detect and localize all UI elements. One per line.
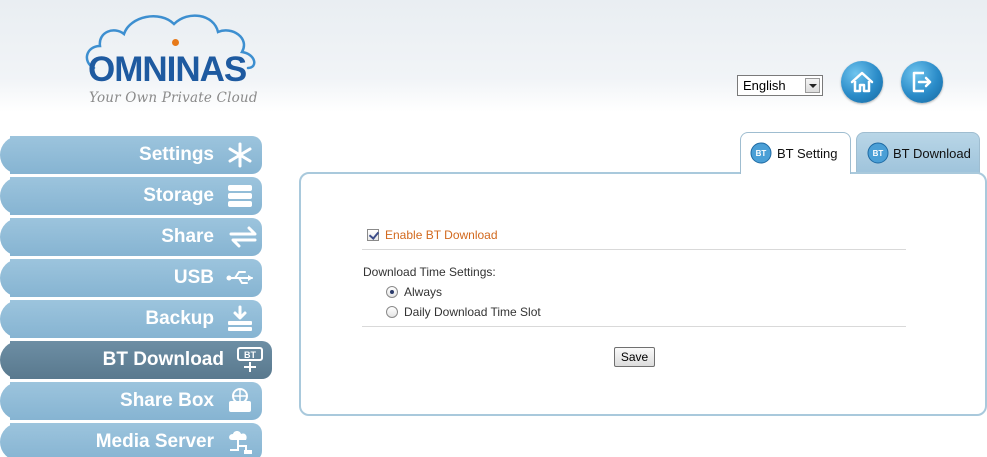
sidebar-item-settings[interactable]: Settings	[0, 136, 262, 174]
language-select[interactable]: English	[737, 75, 823, 96]
gear-snowflake-icon	[228, 142, 252, 168]
radio-daily-slot[interactable]: Daily Download Time Slot	[386, 305, 541, 319]
share-box-icon	[229, 388, 251, 412]
enable-bt-row[interactable]: Enable BT Download	[367, 228, 498, 242]
usb-icon	[226, 271, 253, 284]
tab-bt-setting[interactable]: BT BT Setting	[740, 132, 851, 174]
backup-download-icon	[228, 305, 252, 331]
radio-always[interactable]: Always	[386, 285, 442, 299]
sidebar-item-label: Media Server	[95, 431, 214, 452]
enable-bt-checkbox[interactable]	[367, 229, 379, 241]
home-button[interactable]	[841, 61, 883, 103]
svg-text:BT: BT	[756, 149, 767, 158]
radio-label: Daily Download Time Slot	[404, 305, 541, 319]
svg-text:BT: BT	[873, 149, 884, 158]
brand-name: OMNINAS	[88, 50, 247, 89]
sidebar-item-backup[interactable]: Backup	[0, 300, 262, 338]
svg-text:BT: BT	[244, 350, 256, 360]
bt-download-icon: BT	[237, 347, 263, 372]
tab-bt-download[interactable]: BT BT Download	[856, 132, 980, 174]
enable-bt-label: Enable BT Download	[385, 228, 498, 242]
sidebar-item-share-box[interactable]: Share Box	[0, 382, 262, 420]
sidebar-item-label: Share	[161, 226, 214, 247]
download-time-title: Download Time Settings:	[363, 265, 496, 279]
sidebar-item-bt-download[interactable]: BT Download BT	[0, 341, 272, 379]
logo[interactable]: OMNINAS Your Own Private Cloud	[82, 10, 272, 106]
page: OMNINAS Your Own Private Cloud English S…	[0, 0, 987, 457]
bt-globe-icon: BT	[867, 142, 889, 164]
sidebar-item-label: Share Box	[120, 390, 214, 411]
sidebar-item-label: BT Download	[102, 349, 224, 370]
sidebar-item-media-server[interactable]: Media Server	[0, 423, 262, 457]
divider	[362, 326, 906, 327]
media-server-icon	[229, 431, 252, 454]
sidebar-item-label: Settings	[139, 144, 214, 165]
sidebar-item-storage[interactable]: Storage	[0, 177, 262, 215]
radio-button[interactable]	[386, 286, 398, 298]
storage-stack-icon	[228, 185, 252, 207]
radio-label: Always	[404, 285, 443, 299]
sidebar-item-share[interactable]: Share	[0, 218, 262, 256]
logo-dot	[172, 39, 179, 46]
sidebar-item-label: USB	[173, 267, 214, 288]
header: OMNINAS Your Own Private Cloud English	[0, 0, 987, 112]
radio-button[interactable]	[386, 306, 398, 318]
sidebar-item-label: Storage	[143, 185, 214, 206]
tab-label: BT Download	[893, 146, 971, 161]
share-arrows-icon	[229, 226, 257, 248]
sidebar-item-label: Backup	[145, 308, 214, 329]
language-selected: English	[743, 78, 786, 93]
divider	[362, 249, 906, 250]
save-button[interactable]: Save	[614, 347, 655, 367]
tab-label: BT Setting	[777, 146, 838, 161]
sidebar-item-usb[interactable]: USB	[0, 259, 262, 297]
logout-button[interactable]	[901, 61, 943, 103]
logout-icon	[912, 71, 932, 93]
home-icon	[850, 71, 874, 93]
brand-tagline: Your Own Private Cloud	[89, 90, 258, 106]
bt-globe-icon: BT	[750, 142, 772, 164]
chevron-down-icon[interactable]	[805, 78, 820, 93]
